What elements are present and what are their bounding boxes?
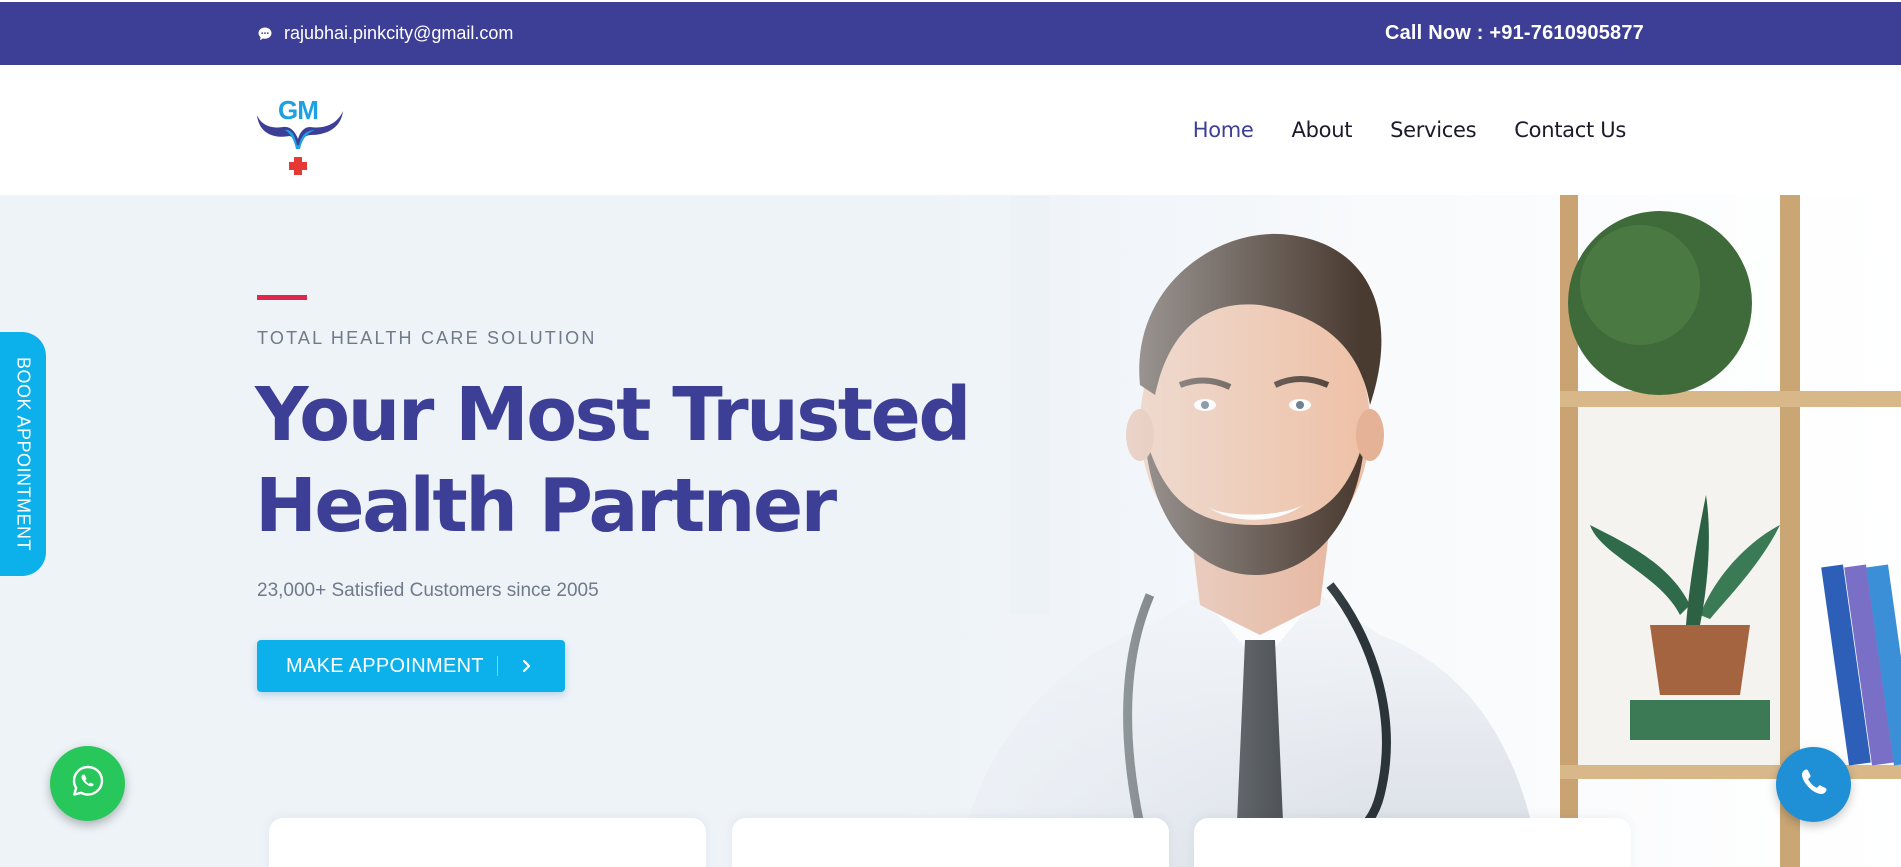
feature-card-1 [269, 818, 706, 867]
email-text: rajubhai.pinkcity@gmail.com [284, 23, 514, 43]
call-now-link[interactable]: Call Now : +91-7610905877 [1385, 2, 1644, 65]
headline-line-1: Your Most Trusted [255, 372, 971, 458]
book-appointment-tab[interactable]: BOOK APPOINTMENT [0, 332, 46, 576]
accent-line [257, 295, 307, 300]
hero-subline: 23,000+ Satisfied Customers since 2005 [257, 580, 599, 601]
chevron-right-icon [519, 657, 535, 675]
top-bar: rajubhai.pinkcity@gmail.com Call Now : +… [0, 2, 1901, 65]
hero-eyebrow: TOTAL HEALTH CARE SOLUTION [257, 328, 597, 348]
main-nav: Home About Services Contact Us [1193, 65, 1627, 195]
svg-text:GM: GM [278, 95, 318, 125]
nav-home[interactable]: Home [1193, 118, 1254, 142]
whatsapp-button[interactable] [50, 746, 125, 821]
phone-icon [1798, 766, 1830, 803]
cta-label: MAKE APPOINMENT [286, 654, 484, 677]
make-appointment-button[interactable]: MAKE APPOINMENT [257, 640, 565, 692]
contact-email[interactable]: rajubhai.pinkcity@gmail.com [257, 2, 513, 65]
nav-about[interactable]: About [1292, 118, 1353, 142]
cta-divider [497, 656, 498, 676]
whatsapp-icon [70, 763, 106, 804]
call-button[interactable] [1776, 747, 1851, 822]
feature-cards [269, 818, 1632, 867]
hero-headline: Your Most Trusted Health Partner [255, 370, 975, 552]
feature-card-2 [732, 818, 1169, 867]
feature-card-3 [1194, 818, 1631, 867]
headline-line-2: Health Partner [255, 463, 837, 549]
chat-bubble-icon [257, 26, 273, 42]
nav-contact-us[interactable]: Contact Us [1514, 118, 1626, 142]
book-appointment-label: BOOK APPOINTMENT [13, 356, 34, 552]
nav-services[interactable]: Services [1390, 118, 1476, 142]
site-header: GM Home About Services Contact Us [0, 65, 1901, 195]
brand-logo[interactable]: GM [255, 89, 345, 175]
hero-section: TOTAL HEALTH CARE SOLUTION Your Most Tru… [0, 195, 1901, 867]
